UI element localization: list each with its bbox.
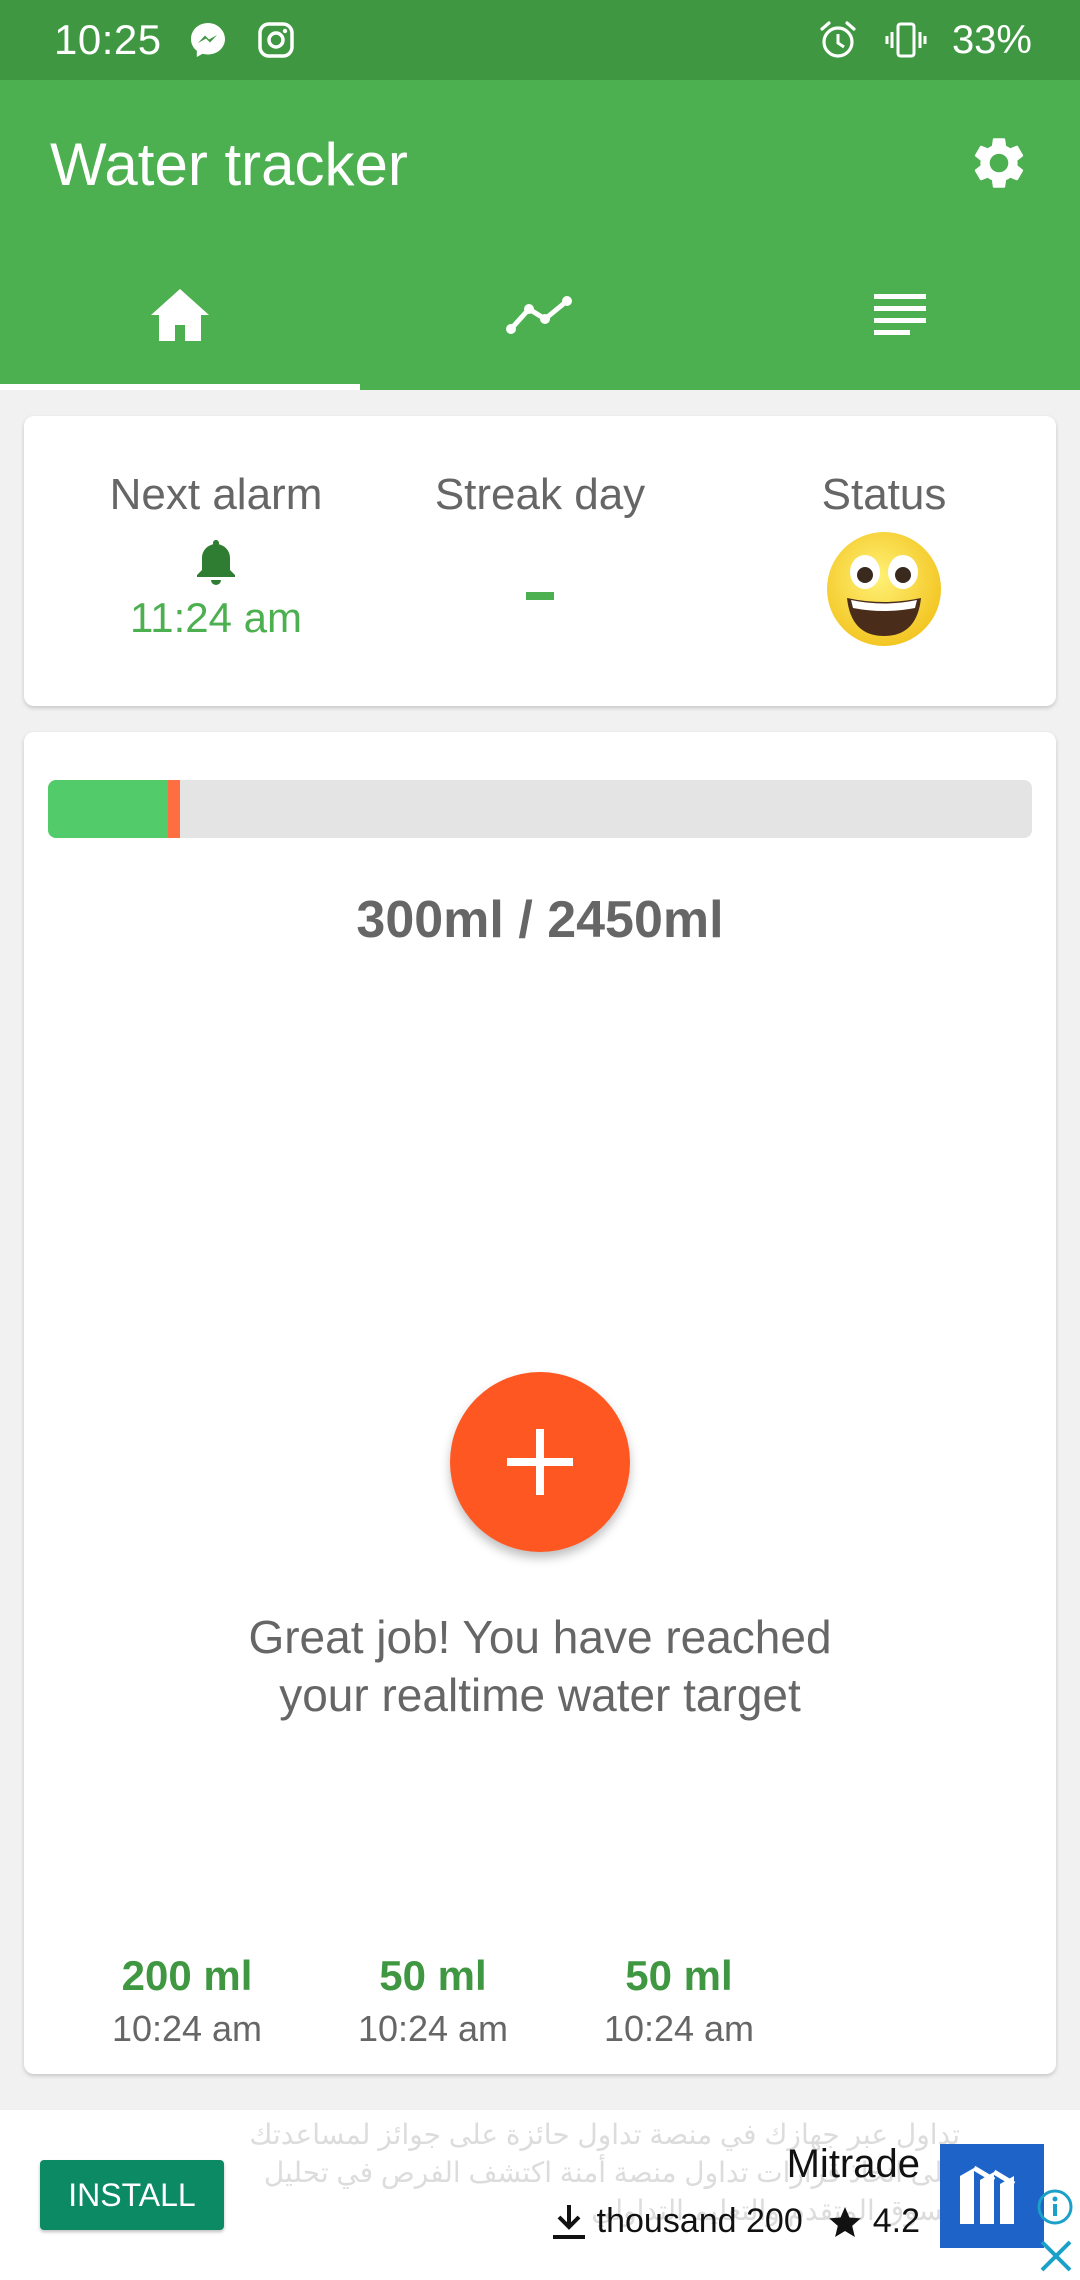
list-icon — [874, 294, 926, 335]
settings-button[interactable] — [966, 130, 1032, 196]
next-alarm-section[interactable]: Next alarm 11:24 am — [46, 470, 386, 642]
ad-meta: thousand 200 4.2 — [551, 2202, 920, 2241]
install-button[interactable]: INSTALL — [40, 2160, 224, 2230]
status-time: 10:25 — [54, 16, 162, 63]
battery-percentage: 33% — [951, 17, 1032, 62]
history-time: 10:24 am — [111, 2008, 263, 2049]
status-message-line1: Great job! You have reached — [248, 1611, 832, 1663]
alarm-icon — [816, 18, 860, 62]
status-message-line2: your realtime water target — [279, 1669, 801, 1721]
history-item[interactable]: 50 ml 10:24 am — [556, 1952, 802, 2050]
status-message: Great job! You have reached your realtim… — [24, 1608, 1056, 1724]
intake-card: 300ml / 2450ml Great job! You have reach… — [24, 732, 1056, 2074]
summary-card: Next alarm 11:24 am Streak day Status — [24, 416, 1056, 706]
ad-app-logo — [940, 2144, 1044, 2248]
ad-banner[interactable]: تداول عبر جهازك في منصة تداول حائزة على … — [0, 2110, 1080, 2280]
progress-fill — [48, 780, 169, 838]
history-amount: 50 ml — [625, 1952, 733, 1999]
instagram-icon — [254, 18, 298, 62]
intake-progress-bar — [48, 780, 1032, 838]
streak-label: Streak day — [434, 470, 646, 519]
streak-section: Streak day — [370, 470, 710, 600]
ad-info-icon[interactable] — [1036, 2188, 1074, 2226]
progress-marker — [168, 780, 181, 838]
ad-downloads: thousand 200 — [596, 2202, 803, 2240]
add-water-button[interactable] — [450, 1372, 630, 1552]
tab-history[interactable] — [720, 240, 1080, 390]
status-label: Status — [821, 470, 947, 519]
next-alarm-label: Next alarm — [109, 470, 323, 519]
history-amount: 200 ml — [121, 1952, 253, 1999]
history-time: 10:24 am — [603, 2008, 755, 2049]
gear-icon — [974, 138, 1024, 188]
plus-icon — [507, 1429, 573, 1495]
ad-app-name: Mitrade — [786, 2142, 920, 2186]
app-title: Water tracker — [50, 131, 408, 198]
download-icon — [552, 2204, 585, 2239]
drink-history: 200 ml 10:24 am 50 ml 10:24 am 50 ml 10:… — [64, 1952, 802, 2050]
home-icon — [151, 289, 209, 341]
status-section: Status — [714, 470, 1054, 648]
tab-bar — [0, 240, 1080, 390]
status-bar: 10:25 33% — [0, 0, 1080, 80]
streak-value — [526, 592, 554, 600]
next-alarm-time: 11:24 am — [130, 594, 302, 641]
star-icon — [828, 2206, 861, 2237]
history-item[interactable]: 200 ml 10:24 am — [64, 1952, 310, 2050]
chart-line-icon — [506, 296, 572, 334]
messenger-icon — [186, 18, 230, 62]
vibrate-icon — [884, 18, 928, 62]
history-amount: 50 ml — [379, 1952, 487, 1999]
intake-amount-text: 300ml / 2450ml — [356, 891, 724, 949]
app-bar: Water tracker — [0, 80, 1080, 390]
ad-close-icon[interactable] — [1036, 2236, 1076, 2276]
tab-home[interactable] — [0, 240, 360, 390]
ad-rating: 4.2 — [872, 2202, 920, 2240]
smiley-icon — [825, 530, 943, 648]
history-item[interactable]: 50 ml 10:24 am — [310, 1952, 556, 2050]
tab-statistics[interactable] — [360, 240, 720, 390]
bell-icon — [192, 536, 240, 586]
history-time: 10:24 am — [357, 2008, 509, 2049]
